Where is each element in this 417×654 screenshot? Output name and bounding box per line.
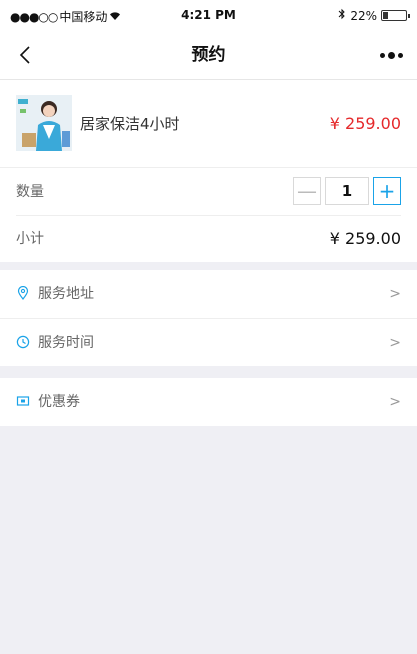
chevron-right-icon: >	[389, 394, 401, 410]
coupon-label: 优惠券	[38, 394, 80, 410]
more-dot-center	[388, 51, 395, 59]
more-button[interactable]	[373, 38, 403, 72]
subtotal-label: 小计	[16, 231, 44, 247]
service-address-label: 服务地址	[38, 286, 94, 302]
chevron-right-icon: >	[389, 286, 401, 302]
location-pin-icon	[17, 286, 29, 300]
clock-icon	[16, 335, 30, 349]
service-time-item[interactable]: 服务时间 >	[0, 318, 417, 366]
service-options: 服务地址 > 服务时间 >	[0, 270, 417, 366]
service-time-label: 服务时间	[38, 335, 94, 351]
coupon-item[interactable]: 优惠券 >	[0, 378, 417, 426]
battery-status: 22%	[338, 8, 410, 23]
page-title: 预约	[191, 45, 226, 65]
subtotal-value: ¥ 259.00	[329, 229, 401, 248]
coupon-icon	[16, 396, 30, 406]
battery-icon	[381, 10, 410, 21]
quantity-stepper[interactable]: — 1 +	[293, 177, 401, 205]
product-thumbnail	[16, 95, 72, 151]
product-price: ¥ 259.00	[329, 114, 401, 133]
product-row[interactable]: 居家保洁4小时 ¥ 259.00	[0, 80, 417, 168]
bluetooth-icon	[338, 8, 346, 23]
service-address-item[interactable]: 服务地址 >	[0, 270, 417, 318]
increment-button[interactable]: +	[373, 177, 401, 205]
battery-percent: 22%	[350, 8, 377, 23]
quantity-value[interactable]: 1	[325, 177, 369, 205]
decrement-button[interactable]: —	[293, 177, 321, 205]
quantity-row: 数量 — 1 +	[0, 168, 417, 216]
quantity-label: 数量	[16, 184, 44, 200]
coupon-section: 优惠券 >	[0, 378, 417, 426]
chevron-right-icon: >	[389, 335, 401, 351]
more-dots-icon	[380, 52, 385, 58]
subtotal-row: 小计 ¥ 259.00	[0, 216, 417, 262]
more-dot-right	[398, 52, 403, 58]
status-bar: ●●●○○ 中国移动 4:21 PM 22%	[0, 0, 417, 30]
nav-bar: 预约	[0, 30, 417, 80]
product-name: 居家保洁4小时	[80, 115, 180, 133]
